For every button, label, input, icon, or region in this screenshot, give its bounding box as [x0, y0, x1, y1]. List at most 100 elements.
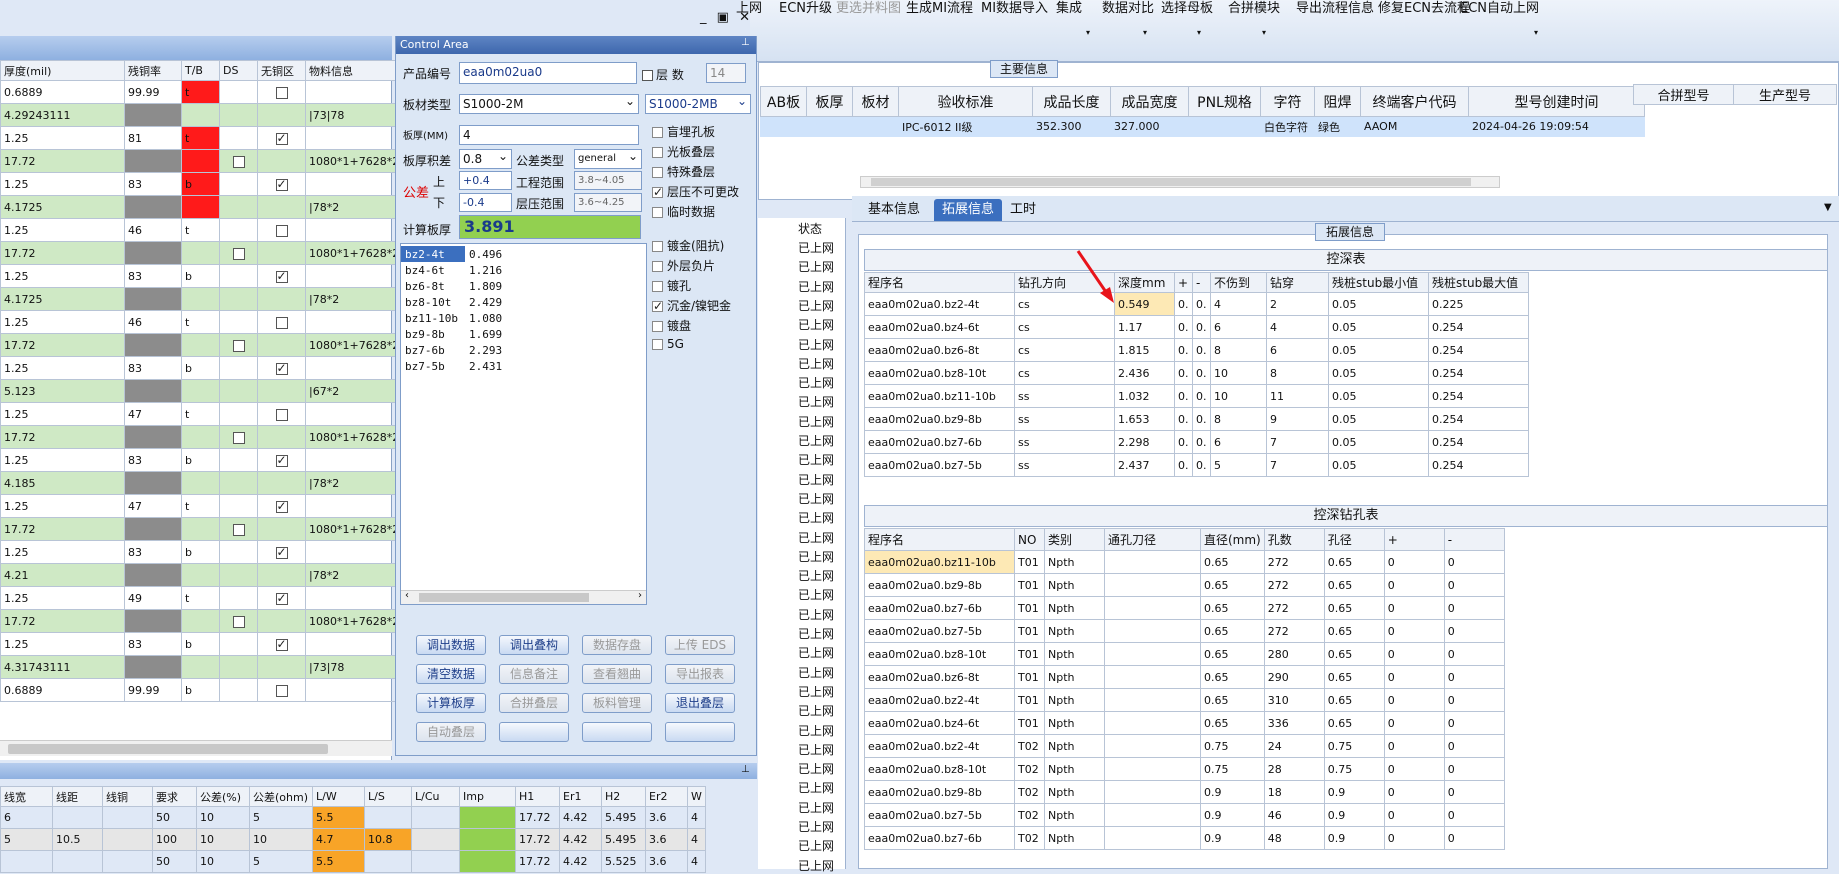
- table-row[interactable]: eaa0m02ua0.bz9-8b T02 Npth 0.9 18 0.9 0 0: [864, 780, 1505, 804]
- table-row[interactable]: 4.21 |78*2: [0, 563, 404, 587]
- table-row[interactable]: eaa0m02ua0.bz6-8t T01 Npth 0.65 290 0.65 0 0: [864, 665, 1505, 689]
- column-header[interactable]: 残桩stub最大值: [1428, 272, 1529, 293]
- table-row[interactable]: eaa0m02ua0.bz11-10b T01 Npth 0.65 272 0.65 0 0: [864, 550, 1505, 574]
- column-header[interactable]: -: [1192, 272, 1211, 293]
- column-header[interactable]: 线宽: [0, 786, 53, 807]
- layer-row[interactable]: bz7-5b 2.431: [401, 358, 506, 374]
- layer-row[interactable]: bz9-8b 1.699: [401, 326, 506, 342]
- table-row[interactable]: 17.72 1080*1+7628*2: [0, 241, 404, 265]
- option-item[interactable]: 镀盘: [652, 317, 739, 337]
- column-header[interactable]: 孔径: [1323, 528, 1385, 551]
- column-header[interactable]: L/S: [364, 786, 412, 807]
- table-row[interactable]: 6 50 10 5 5.5 17.72 4.42 5.495 3.6 4: [0, 806, 706, 829]
- control-button[interactable]: [582, 722, 652, 742]
- column-header[interactable]: 直径(mm): [1200, 528, 1265, 551]
- table-row[interactable]: eaa0m02ua0.bz7-6b T02 Npth 0.9 48 0.9 0 0: [864, 826, 1505, 850]
- no-copper-checkbox[interactable]: [275, 684, 288, 697]
- column-header[interactable]: T/B: [181, 60, 220, 81]
- table-row[interactable]: eaa0m02ua0.bz8-10t T02 Npth 0.75 28 0.75 0 0: [864, 757, 1505, 781]
- column-header[interactable]: Er1: [559, 786, 602, 807]
- no-copper-checkbox[interactable]: [275, 224, 288, 237]
- no-copper-checkbox[interactable]: [275, 131, 288, 145]
- table-row[interactable]: 17.72 1080*1+7628*2: [0, 609, 404, 633]
- ribbon-button[interactable]: 生成MI流程: [906, 0, 973, 16]
- column-header[interactable]: 线铜: [102, 786, 153, 807]
- material-type-select-2[interactable]: S1000-2MB: [645, 94, 751, 114]
- control-button[interactable]: 清空数据: [416, 664, 486, 684]
- layer-row[interactable]: bz11-10b 1.080: [401, 310, 506, 326]
- column-header[interactable]: 不伤到: [1210, 272, 1267, 293]
- table-row[interactable]: eaa0m02ua0.bz9-8b T01 Npth 0.65 272 0.65 0 0: [864, 573, 1505, 597]
- tab-work-hours[interactable]: 工时: [1002, 199, 1044, 221]
- option-checkbox[interactable]: [652, 167, 663, 178]
- column-header[interactable]: 程序名: [864, 528, 1015, 551]
- no-copper-checkbox[interactable]: [275, 316, 288, 329]
- no-copper-checkbox[interactable]: [275, 86, 288, 99]
- ribbon-button[interactable]: ECN升级: [779, 0, 832, 16]
- ribbon-button[interactable]: 数据对比: [1102, 0, 1154, 16]
- column-header[interactable]: 公差(%): [196, 786, 250, 807]
- dropdown-arrow-icon[interactable]: ▾: [1197, 28, 1201, 37]
- column-header[interactable]: 通孔刀径: [1104, 528, 1201, 551]
- table-row[interactable]: 1.25 83 b: [0, 632, 404, 656]
- control-button[interactable]: 合拼叠层: [499, 693, 569, 713]
- left-horizontal-scrollbar[interactable]: [0, 740, 392, 756]
- control-button[interactable]: 信息备注: [499, 664, 569, 684]
- table-row[interactable]: 5 10.5 100 10 10 4.7 10.8 17.72 4.42 5.495 3.6 4: [0, 828, 706, 851]
- option-checkbox[interactable]: [652, 299, 663, 313]
- layer-row[interactable]: bz4-6t 1.216: [401, 262, 506, 278]
- lower-tolerance-input[interactable]: -0.4: [459, 193, 512, 212]
- board-thickness-input[interactable]: 4: [459, 125, 639, 145]
- option-checkbox[interactable]: [652, 147, 663, 158]
- dropdown-arrow-icon[interactable]: ▾: [1534, 28, 1538, 37]
- column-header[interactable]: DS: [219, 60, 258, 81]
- ribbon-button[interactable]: 选择母板: [1161, 0, 1213, 16]
- table-row[interactable]: 17.72 1080*1+7628*2: [0, 425, 404, 449]
- tabs-dropdown-icon[interactable]: ▼: [1824, 202, 1832, 213]
- column-header[interactable]: 残铜率: [124, 60, 182, 81]
- column-header[interactable]: 物料信息: [304, 60, 404, 81]
- ds-checkbox[interactable]: [232, 339, 245, 352]
- table-row[interactable]: 1.25 83 b: [0, 540, 404, 564]
- column-header[interactable]: Imp: [459, 786, 516, 807]
- option-checkbox[interactable]: [652, 339, 663, 350]
- table-row[interactable]: 1.25 49 t: [0, 586, 404, 610]
- option-checkbox[interactable]: [652, 241, 663, 252]
- option-checkbox[interactable]: [652, 261, 663, 272]
- column-header[interactable]: Er2: [645, 786, 688, 807]
- ds-checkbox[interactable]: [232, 247, 245, 260]
- option-checkbox[interactable]: [652, 207, 663, 218]
- no-copper-checkbox[interactable]: [275, 591, 288, 605]
- column-header[interactable]: 无铜区: [257, 60, 306, 81]
- column-header[interactable]: 要求: [152, 786, 197, 807]
- column-header[interactable]: 字符: [1260, 86, 1315, 117]
- option-item[interactable]: 临时数据: [652, 203, 739, 223]
- no-copper-checkbox[interactable]: [275, 408, 288, 421]
- column-header[interactable]: 钻穿: [1266, 272, 1329, 293]
- option-item[interactable]: 镀金(阻抗): [652, 237, 739, 257]
- option-checkbox[interactable]: [652, 185, 663, 199]
- table-row[interactable]: eaa0m02ua0.bz4-6t cs 1.17 0. 0. 6 4 0.05 0.254: [864, 315, 1529, 339]
- main-info-row[interactable]: IPC-6012 II级 352.300 327.000 白色字符 绿色 AAOM 2024…: [760, 116, 1645, 137]
- column-header[interactable]: 公差(ohm): [249, 786, 313, 807]
- control-button[interactable]: 退出叠层: [665, 693, 735, 713]
- table-row[interactable]: 0.6889 99.99 b: [0, 678, 404, 702]
- no-copper-checkbox[interactable]: [275, 269, 288, 283]
- option-item[interactable]: 光板叠层: [652, 143, 739, 163]
- table-row[interactable]: eaa0m02ua0.bz7-6b ss 2.298 0. 0. 6 7 0.05 0.254: [864, 430, 1529, 454]
- ribbon-button[interactable]: 更选并料图: [836, 0, 901, 16]
- table-row[interactable]: 4.1725 |78*2: [0, 195, 404, 219]
- control-button[interactable]: 上传 EDS: [665, 635, 735, 655]
- pin-icon[interactable]: ⊥: [741, 764, 750, 775]
- column-header[interactable]: 成品长度: [1032, 86, 1111, 117]
- table-row[interactable]: 17.72 1080*1+7628*2: [0, 149, 404, 173]
- column-header[interactable]: H1: [515, 786, 560, 807]
- ds-checkbox[interactable]: [232, 431, 245, 444]
- table-row[interactable]: 17.72 1080*1+7628*2: [0, 333, 404, 357]
- layer-row[interactable]: bz8-10t 2.429: [401, 294, 506, 310]
- ds-checkbox[interactable]: [232, 523, 245, 536]
- control-button[interactable]: 计算板厚: [416, 693, 486, 713]
- restore-icon[interactable]: ▣: [717, 10, 729, 25]
- column-header[interactable]: +: [1174, 272, 1193, 293]
- table-row[interactable]: eaa0m02ua0.bz4-6t T01 Npth 0.65 336 0.65 0 0: [864, 711, 1505, 735]
